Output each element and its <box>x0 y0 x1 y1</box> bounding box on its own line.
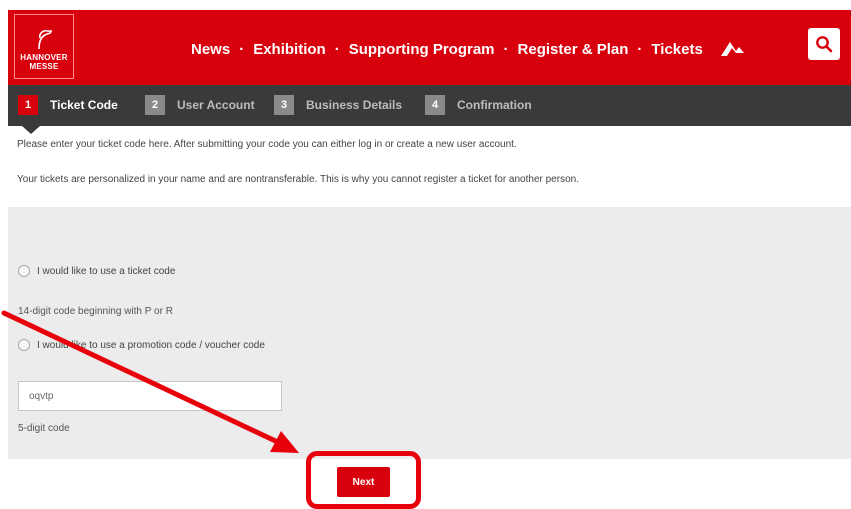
main-nav: News · Exhibition · Supporting Program ·… <box>191 38 745 60</box>
step-user-account[interactable]: 2 User Account <box>145 95 255 115</box>
active-step-pointer <box>22 126 40 134</box>
promo-code-hint: 5-digit code <box>18 423 70 434</box>
step-ticket-code[interactable]: 1 Ticket Code <box>18 95 118 115</box>
step-number: 1 <box>18 95 38 115</box>
step-label: Business Details <box>306 98 403 112</box>
logo-text: HANNOVER MESSE <box>15 53 73 71</box>
step-label: User Account <box>177 98 255 112</box>
option-promo-code[interactable]: I would like to use a promotion code / v… <box>18 337 265 353</box>
logo-line2: MESSE <box>29 62 59 71</box>
nav-supporting-program[interactable]: Supporting Program <box>349 41 495 58</box>
promo-code-label: I would like to use a promotion code / v… <box>37 339 265 351</box>
nav-tickets[interactable]: Tickets <box>651 41 702 58</box>
step-label: Confirmation <box>457 98 532 112</box>
search-icon <box>816 36 833 53</box>
step-confirmation[interactable]: 4 Confirmation <box>425 95 532 115</box>
arrow-logo-icon[interactable] <box>719 40 745 58</box>
nav-separator: · <box>637 40 643 58</box>
ticket-form: I would like to use a ticket code 14-dig… <box>8 207 851 459</box>
nav-separator: · <box>503 40 509 58</box>
option-ticket-code[interactable]: I would like to use a ticket code <box>18 263 175 279</box>
intro-text-1: Please enter your ticket code here. Afte… <box>17 139 517 150</box>
nav-separator: · <box>239 40 245 58</box>
nav-news[interactable]: News <box>191 41 230 58</box>
intro-text-2: Your tickets are personalized in your na… <box>17 174 579 185</box>
step-number: 2 <box>145 95 165 115</box>
next-button[interactable]: Next <box>337 467 390 497</box>
steps-bar: 1 Ticket Code 2 User Account 3 Business … <box>8 85 851 126</box>
logo-horse-icon <box>38 29 52 50</box>
nav-exhibition[interactable]: Exhibition <box>253 41 326 58</box>
promo-code-input[interactable] <box>18 381 282 411</box>
ticket-code-hint: 14-digit code beginning with P or R <box>18 306 173 317</box>
top-header: HANNOVER MESSE News · Exhibition · Suppo… <box>8 10 851 85</box>
hannover-messe-logo[interactable]: HANNOVER MESSE <box>14 14 74 79</box>
logo-line1: HANNOVER <box>20 53 68 62</box>
nav-separator: · <box>334 40 340 58</box>
ticket-code-radio[interactable] <box>18 265 30 277</box>
search-button[interactable] <box>808 28 840 60</box>
step-number: 3 <box>274 95 294 115</box>
step-number: 4 <box>425 95 445 115</box>
nav-register-plan[interactable]: Register & Plan <box>518 41 629 58</box>
step-business-details[interactable]: 3 Business Details <box>274 95 402 115</box>
ticket-code-label: I would like to use a ticket code <box>37 265 176 277</box>
promo-code-radio[interactable] <box>18 339 30 351</box>
step-label: Ticket Code <box>50 98 118 112</box>
